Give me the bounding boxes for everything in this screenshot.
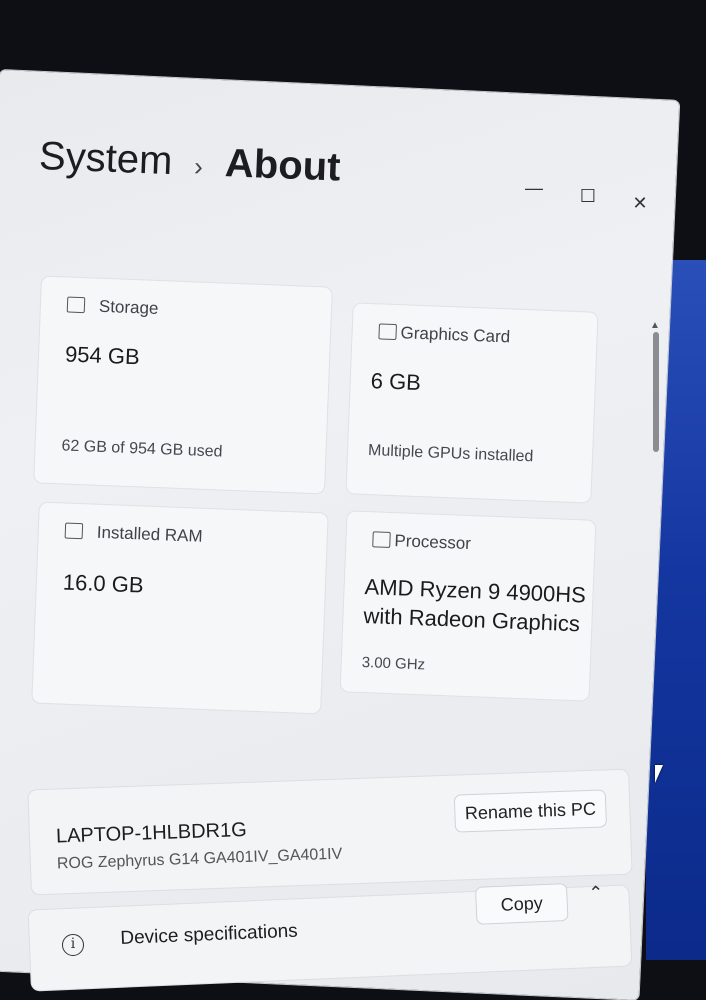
- info-icon: i: [62, 934, 84, 956]
- graphics-detail: Multiple GPUs installed: [367, 442, 534, 466]
- processor-icon: [372, 531, 391, 548]
- processor-title: Processor: [394, 531, 472, 554]
- close-button[interactable]: ✕: [628, 193, 652, 214]
- graphics-title: Graphics Card: [400, 323, 511, 347]
- storage-icon: [66, 296, 86, 314]
- breadcrumb-system[interactable]: System: [38, 134, 173, 184]
- device-name-row: LAPTOP-1HLBDR1G ROG Zephyrus G14 GA401IV…: [28, 769, 632, 895]
- maximize-button[interactable]: ☐: [576, 186, 600, 207]
- storage-card: Storage 954 GB 62 GB of 954 GB used: [34, 276, 332, 494]
- ram-title: Installed RAM: [96, 522, 203, 546]
- rename-pc-button[interactable]: Rename this PC: [454, 790, 606, 832]
- copy-button[interactable]: Copy: [476, 884, 568, 924]
- scrollbar[interactable]: ▲: [650, 320, 662, 960]
- graphics-card-icon: [378, 323, 397, 341]
- processor-card: Processor AMD Ryzen 9 4900HS with Radeon…: [340, 511, 596, 701]
- ram-icon: [64, 522, 84, 540]
- ram-card: Installed RAM 16.0 GB: [32, 502, 328, 714]
- ram-value: 16.0 GB: [62, 569, 145, 598]
- graphics-value: 6 GB: [370, 368, 422, 396]
- chevron-up-icon[interactable]: ⌃: [588, 883, 604, 905]
- graphics-card: Graphics Card 6 GB Multiple GPUs install…: [346, 303, 598, 503]
- device-name: LAPTOP-1HLBDR1G: [55, 818, 248, 848]
- device-model: ROG Zephyrus G14 GA401IV_GA401IV: [56, 845, 343, 873]
- minimize-button[interactable]: —: [522, 178, 546, 199]
- storage-value: 954 GB: [64, 341, 141, 370]
- scroll-up-icon[interactable]: ▲: [650, 320, 660, 331]
- storage-title: Storage: [98, 296, 159, 318]
- mouse-cursor-icon: [655, 765, 663, 783]
- page-title: About: [224, 141, 342, 190]
- scrollbar-thumb[interactable]: [653, 332, 659, 452]
- storage-detail: 62 GB of 954 GB used: [61, 437, 223, 461]
- chevron-right-icon: ›: [193, 150, 204, 182]
- processor-detail: 3.00 GHz: [361, 653, 426, 674]
